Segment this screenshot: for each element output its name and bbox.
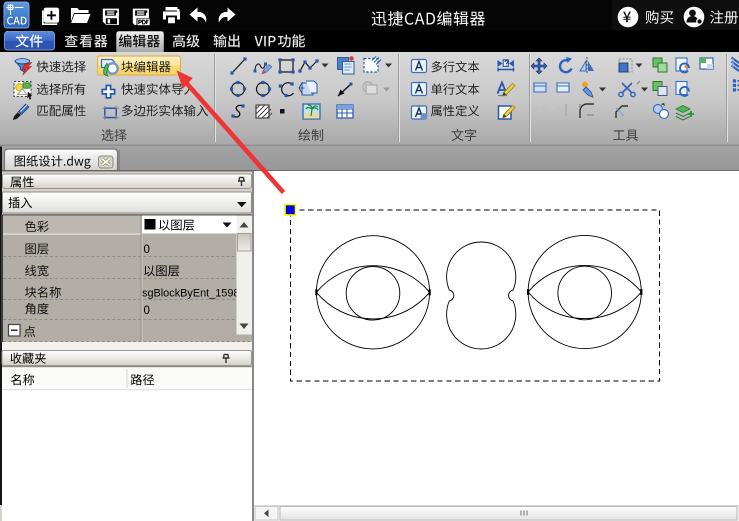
svg-text:0: 0 bbox=[144, 305, 150, 317]
svg-text:sgBlockByEnt_1598: sgBlockByEnt_1598 bbox=[142, 287, 239, 299]
svg-text:0: 0 bbox=[144, 244, 150, 256]
